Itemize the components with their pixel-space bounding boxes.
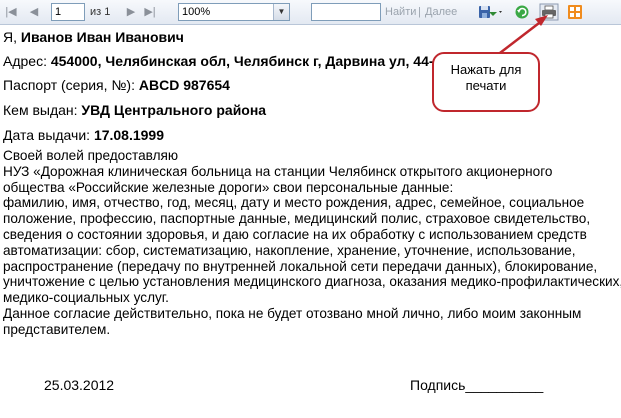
callout-line: Нажать для: [450, 62, 522, 77]
callout-line: печати: [465, 78, 507, 93]
print-callout: Нажать для печати: [432, 52, 540, 112]
